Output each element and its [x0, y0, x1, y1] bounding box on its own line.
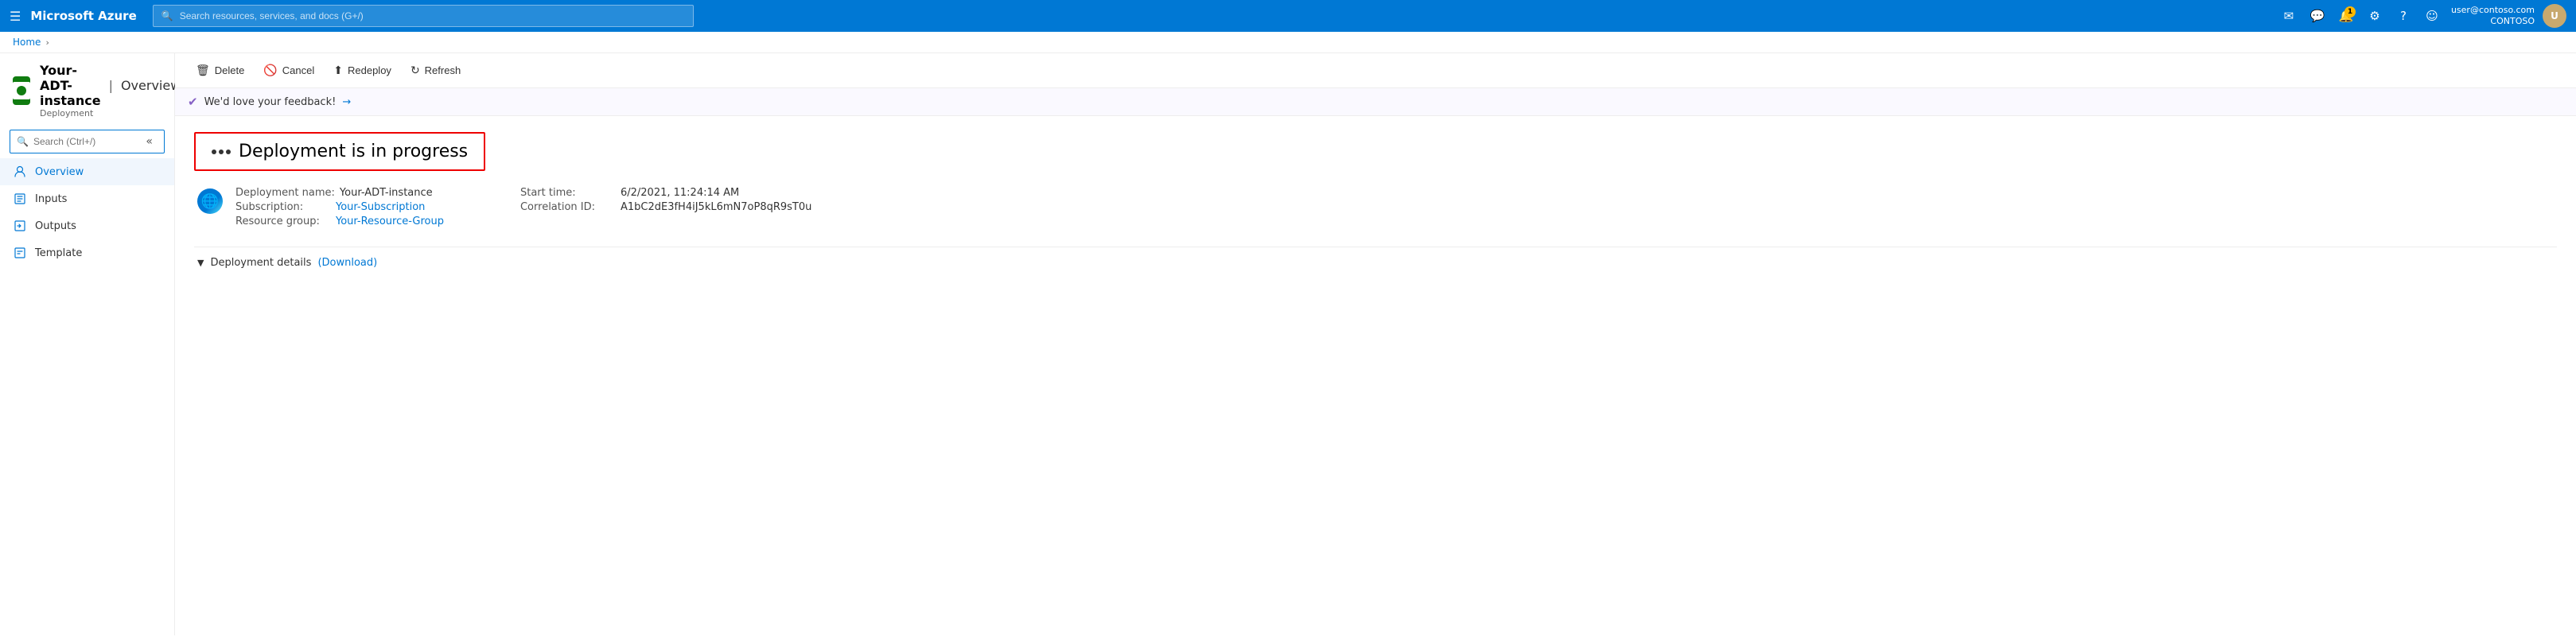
globe-symbol: 🌐	[201, 193, 219, 210]
status-dots	[212, 150, 231, 154]
feedback-message: We'd love your feedback!	[204, 96, 337, 108]
smiley-icon-btn[interactable]: ☺	[2419, 3, 2445, 29]
correlation-label: Correlation ID:	[520, 201, 616, 213]
breadcrumb-separator: ›	[45, 37, 49, 48]
subscription-value[interactable]: Your-Subscription	[336, 201, 425, 213]
toolbar: 🗑 Delete 🚫 Cancel ⬆ Redeploy ↻ Refresh	[175, 53, 2576, 88]
deployment-name-row: Deployment name: Your-ADT-instance	[235, 187, 444, 199]
dot-1	[212, 150, 216, 154]
breadcrumb: Home ›	[0, 32, 2576, 53]
delete-button[interactable]: 🗑 Delete	[188, 60, 252, 81]
cancel-label: Cancel	[282, 64, 314, 76]
breadcrumb-home[interactable]: Home	[13, 37, 41, 48]
sidebar-item-inputs-label: Inputs	[35, 193, 67, 205]
redeploy-icon: ⬆	[333, 64, 343, 77]
refresh-icon: ↻	[411, 64, 420, 77]
search-input[interactable]	[180, 10, 685, 21]
overview-icon	[13, 165, 27, 179]
sidebar-item-overview-label: Overview	[35, 166, 84, 178]
deployment-globe-icon: 🌐	[197, 188, 223, 214]
subscription-row: Subscription: Your-Subscription	[235, 201, 444, 213]
refresh-button[interactable]: ↻ Refresh	[403, 60, 469, 81]
resource-name: Your-ADT-instance	[40, 63, 101, 108]
notifications-icon-btn[interactable]: 🔔 1	[2333, 3, 2359, 29]
feedback-icon-btn[interactable]: 💬	[2305, 3, 2330, 29]
resource-icon	[13, 76, 30, 105]
feedback-link[interactable]: →	[342, 96, 351, 108]
settings-icon-btn[interactable]: ⚙	[2362, 3, 2387, 29]
sidebar: Your-ADT-instance | Overview 📌 ··· Deplo…	[0, 53, 175, 635]
hamburger-menu-icon[interactable]: ☰	[10, 9, 21, 24]
subscription-label: Subscription:	[235, 201, 331, 213]
deployment-details: ▼ Deployment details (Download)	[194, 247, 2557, 269]
resource-group-value[interactable]: Your-Resource-Group	[336, 216, 444, 227]
resource-group-row: Resource group: Your-Resource-Group	[235, 216, 444, 227]
deployment-name-label: Deployment name:	[235, 187, 335, 199]
search-icon: 🔍	[161, 10, 173, 21]
sidebar-item-outputs[interactable]: Outputs	[0, 212, 174, 239]
redeploy-label: Redeploy	[348, 64, 391, 76]
sidebar-item-template-label: Template	[35, 247, 82, 259]
chevron-down-icon: ▼	[197, 258, 204, 268]
sidebar-item-inputs[interactable]: Inputs	[0, 185, 174, 212]
sidebar-item-outputs-label: Outputs	[35, 220, 76, 232]
global-search[interactable]: 🔍	[153, 5, 694, 27]
delete-icon: 🗑	[196, 64, 210, 77]
sidebar-header: Your-ADT-instance | Overview 📌 ··· Deplo…	[0, 53, 174, 125]
main-layout: Your-ADT-instance | Overview 📌 ··· Deplo…	[0, 53, 2576, 635]
template-icon	[13, 246, 27, 260]
email-icon-btn[interactable]: ✉	[2276, 3, 2302, 29]
delete-label: Delete	[215, 64, 245, 76]
user-tenant: CONTOSO	[2490, 16, 2535, 27]
user-email: user@contoso.com	[2451, 5, 2535, 16]
start-time-value: 6/2/2021, 11:24:14 AM	[621, 187, 739, 199]
start-time-row: Start time: 6/2/2021, 11:24:14 AM	[520, 187, 811, 199]
cancel-button[interactable]: 🚫 Cancel	[255, 60, 322, 81]
section-label: Overview	[121, 78, 181, 93]
deployment-details-label: Deployment details	[210, 257, 311, 269]
refresh-label: Refresh	[425, 64, 461, 76]
timestamp-section: Start time: 6/2/2021, 11:24:14 AM Correl…	[520, 187, 811, 213]
help-icon-btn[interactable]: ?	[2391, 3, 2416, 29]
start-time-label: Start time:	[520, 187, 616, 199]
user-avatar[interactable]: U	[2543, 4, 2566, 28]
correlation-row: Correlation ID: A1bC2dE3fH4iJ5kL6mN7oP8q…	[520, 201, 811, 213]
sidebar-search[interactable]: 🔍 «	[10, 130, 165, 153]
cancel-icon: 🚫	[263, 64, 277, 77]
correlation-value: A1bC2dE3fH4iJ5kL6mN7oP8qR9sT0u	[621, 201, 811, 213]
dot-3	[226, 150, 231, 154]
deployment-fields: Deployment name: Your-ADT-instance Subsc…	[235, 187, 444, 227]
feedback-icon: ✔	[188, 95, 198, 109]
user-info[interactable]: user@contoso.com CONTOSO	[2451, 5, 2535, 28]
brand-label: Microsoft Azure	[30, 9, 136, 23]
topbar: ☰ Microsoft Azure 🔍 ✉ 💬 🔔 1 ⚙ ? ☺ user@c…	[0, 0, 2576, 32]
dot-2	[219, 150, 224, 154]
inputs-icon	[13, 192, 27, 206]
sidebar-item-template[interactable]: Template	[0, 239, 174, 266]
sidebar-search-wrap: 🔍 «	[0, 125, 174, 158]
status-section: Deployment is in progress 🌐 Deployment n…	[175, 116, 2576, 285]
deployment-name-value: Your-ADT-instance	[340, 187, 433, 199]
title-separator: |	[109, 78, 113, 93]
sidebar-item-overview[interactable]: Overview	[0, 158, 174, 185]
feedback-bar: ✔ We'd love your feedback! →	[175, 88, 2576, 116]
redeploy-button[interactable]: ⬆ Redeploy	[325, 60, 399, 81]
resource-group-label: Resource group:	[235, 216, 331, 227]
deployment-status-heading: Deployment is in progress	[239, 142, 468, 161]
topbar-right: ✉ 💬 🔔 1 ⚙ ? ☺ user@contoso.com CONTOSO U	[2276, 3, 2566, 29]
notification-badge: 1	[2344, 6, 2356, 17]
sidebar-collapse-btn[interactable]: «	[141, 134, 158, 150]
content-area: 🗑 Delete 🚫 Cancel ⬆ Redeploy ↻ Refresh ✔…	[175, 53, 2576, 635]
deployment-info: 🌐 Deployment name: Your-ADT-instance Sub…	[194, 187, 2557, 237]
sidebar-search-icon: 🔍	[17, 136, 29, 147]
download-link[interactable]: (Download)	[317, 257, 377, 269]
outputs-icon	[13, 219, 27, 233]
sidebar-search-input[interactable]	[33, 136, 136, 147]
deployment-status-box: Deployment is in progress	[194, 132, 485, 171]
